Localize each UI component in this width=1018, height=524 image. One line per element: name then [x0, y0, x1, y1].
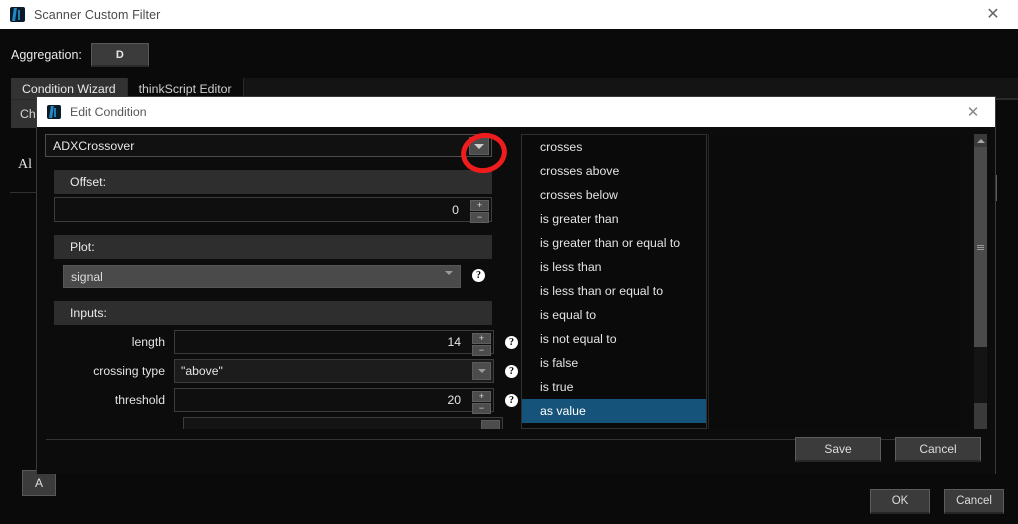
offset-decrement-button[interactable]: − — [470, 212, 489, 223]
list-item[interactable]: is greater than or equal to — [522, 231, 706, 255]
scroll-up-icon[interactable] — [974, 134, 987, 147]
right-parameter-panel — [708, 134, 960, 429]
list-item[interactable]: crosses above — [522, 159, 706, 183]
dialog-body: ADXCrossover Offset: 0 + − Plot: signal … — [37, 127, 995, 474]
dialog-title: Edit Condition — [70, 105, 147, 119]
list-item[interactable]: crosses below — [522, 183, 706, 207]
thinkorswim-icon — [47, 105, 61, 119]
offset-section-header: Offset: — [54, 170, 492, 194]
scrollbar-track[interactable] — [974, 147, 987, 402]
aggregation-row: Aggregation: D — [0, 40, 149, 70]
save-button[interactable]: Save — [795, 437, 881, 462]
list-item[interactable]: is false — [522, 351, 706, 375]
input-label: length — [131, 335, 165, 349]
crossing-type-combo[interactable]: "above" — [174, 359, 494, 383]
offset-value: 0 — [452, 202, 459, 217]
thinkorswim-icon — [10, 7, 25, 22]
close-icon[interactable]: ✕ — [976, 0, 1010, 29]
list-item[interactable]: is true — [522, 375, 706, 399]
input-label: crossing type — [93, 364, 165, 378]
background-label-all: Al — [18, 157, 32, 172]
dialog-close-icon[interactable]: ✕ — [960, 97, 986, 127]
chevron-down-icon[interactable] — [469, 137, 489, 155]
plot-section-header: Plot: — [54, 235, 492, 259]
length-increment-button[interactable]: + — [472, 333, 491, 344]
chevron-down-icon[interactable] — [472, 362, 491, 380]
edit-condition-dialog: Edit Condition ✕ ADXCrossover Offset: 0 — [36, 96, 996, 474]
clipped-stepper[interactable] — [481, 420, 500, 429]
offset-increment-button[interactable]: + — [470, 200, 489, 211]
threshold-input[interactable]: 20 + − — [174, 388, 494, 414]
chevron-down-icon[interactable] — [445, 271, 453, 293]
main-cancel-button[interactable]: Cancel — [944, 489, 1004, 514]
scroll-down-icon[interactable] — [974, 416, 987, 429]
scrollbar-grip-icon — [977, 244, 984, 250]
study-combo-value: ADXCrossover — [53, 138, 135, 153]
offset-input[interactable]: 0 + − — [54, 197, 492, 223]
plot-header-label: Plot: — [70, 240, 95, 254]
scrollbar-thumb[interactable] — [974, 147, 987, 347]
dialog-footer: Save Cancel — [795, 437, 981, 462]
list-item-selected[interactable]: as value — [522, 399, 706, 423]
help-icon[interactable]: ? — [472, 268, 485, 282]
list-item[interactable]: is less than or equal to — [522, 279, 706, 303]
window-titlebar: Scanner Custom Filter ✕ — [0, 0, 1018, 29]
dialog-titlebar: Edit Condition ✕ — [37, 97, 995, 127]
inputs-section-header: Inputs: — [54, 301, 492, 325]
help-icon[interactable]: ? — [505, 393, 518, 407]
main-footer-buttons: OK Cancel — [870, 489, 1004, 514]
plot-combo-value: signal — [71, 269, 103, 284]
input-row: threshold 20 + − ? — [54, 388, 518, 414]
plot-combo[interactable]: signal — [63, 265, 461, 292]
list-item[interactable]: crosses — [522, 135, 706, 159]
input-label: threshold — [114, 393, 165, 407]
help-icon[interactable]: ? — [505, 364, 518, 378]
list-item[interactable]: is greater than — [522, 207, 706, 231]
threshold-stepper[interactable]: + − — [472, 391, 491, 414]
clipped-input-row[interactable] — [183, 417, 503, 429]
input-row: crossing type "above" ? — [54, 359, 518, 383]
study-settings-panel: ADXCrossover Offset: 0 + − Plot: signal … — [45, 134, 518, 429]
threshold-increment-button[interactable]: + — [472, 391, 491, 402]
dialog-cancel-button[interactable]: Cancel — [895, 437, 981, 462]
list-item[interactable]: is equal to — [522, 303, 706, 327]
crossing-type-value: "above" — [181, 364, 223, 378]
length-decrement-button[interactable]: − — [472, 345, 491, 356]
condition-list[interactable]: crosses crosses above crosses below is g… — [521, 134, 707, 429]
scroll-page-up-icon[interactable] — [974, 403, 987, 416]
window-title: Scanner Custom Filter — [34, 7, 161, 22]
threshold-decrement-button[interactable]: − — [472, 403, 491, 414]
offset-stepper[interactable]: + − — [470, 200, 489, 223]
inputs-header-label: Inputs: — [70, 306, 107, 320]
list-item[interactable]: is not equal to — [522, 327, 706, 351]
ok-button[interactable]: OK — [870, 489, 930, 514]
length-value: 14 — [447, 335, 461, 349]
length-stepper[interactable]: + − — [472, 333, 491, 356]
dialog-scrollbar[interactable] — [974, 134, 987, 429]
plot-row: signal ? — [54, 262, 518, 292]
threshold-value: 20 — [447, 393, 461, 407]
list-item[interactable]: is less than — [522, 255, 706, 279]
length-input[interactable]: 14 + − — [174, 330, 494, 356]
help-icon[interactable]: ? — [505, 335, 518, 349]
input-row: length 14 + − ? — [54, 330, 518, 356]
aggregation-label: Aggregation: — [11, 48, 82, 62]
study-combo[interactable]: ADXCrossover — [45, 134, 492, 157]
screen-root: Scanner Custom Filter ✕ Aggregation: D C… — [0, 0, 1018, 524]
offset-header-label: Offset: — [70, 175, 106, 189]
aggregation-button[interactable]: D — [90, 43, 149, 67]
offset-row: 0 + − — [54, 197, 518, 223]
